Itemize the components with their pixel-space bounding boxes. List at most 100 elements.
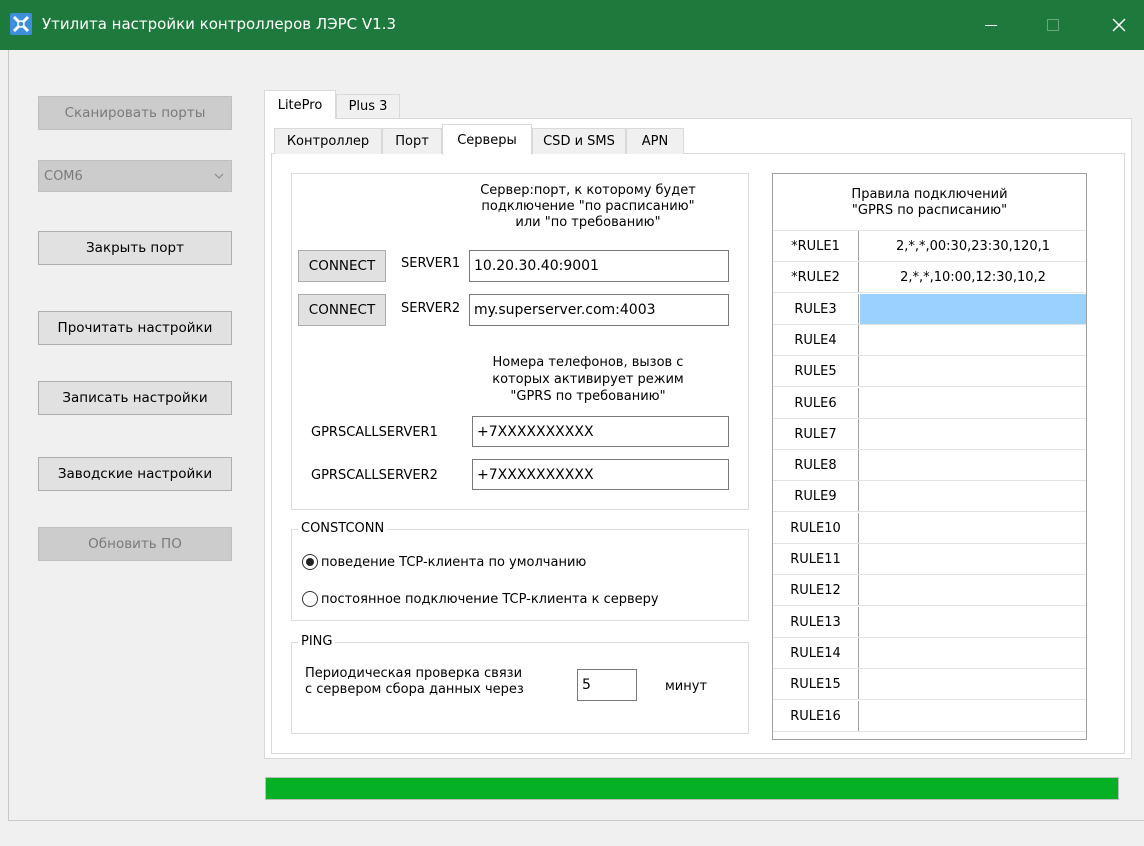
rule-name: RULE7 bbox=[773, 419, 859, 449]
servers-description-line2: подключение "по расписанию" bbox=[481, 199, 695, 214]
rule-row[interactable]: RULE13 bbox=[773, 607, 1086, 638]
rule-value-cell[interactable] bbox=[860, 544, 1086, 574]
port-select[interactable]: COM6 bbox=[38, 160, 232, 192]
rule-value-cell[interactable] bbox=[860, 513, 1086, 543]
rule-value-cell[interactable]: 2,*,*,00:30,23:30,120,1 bbox=[860, 231, 1086, 261]
rule-name: *RULE2 bbox=[773, 262, 859, 292]
rule-row[interactable]: RULE11 bbox=[773, 544, 1086, 575]
ping-text-line2: с сервером сбора данных через bbox=[305, 682, 524, 697]
rule-row[interactable]: RULE15 bbox=[773, 669, 1086, 700]
tab-controller[interactable]: Контроллер bbox=[274, 128, 382, 154]
rule-row[interactable]: RULE4 bbox=[773, 325, 1086, 356]
rule-value-cell[interactable] bbox=[860, 325, 1086, 355]
radio-selected-dot bbox=[306, 558, 314, 566]
server1-input[interactable]: 10.20.30.40:9001 bbox=[469, 250, 729, 282]
rule-value-cell[interactable] bbox=[860, 607, 1086, 637]
ping-title: PING bbox=[298, 634, 336, 650]
rule-row[interactable]: RULE5 bbox=[773, 356, 1086, 387]
rule-value-cell[interactable] bbox=[860, 669, 1086, 699]
tab-litepro[interactable]: LitePro bbox=[264, 90, 336, 119]
rule-value-cell[interactable] bbox=[860, 481, 1086, 511]
ping-text-line1: Периодическая проверка связи bbox=[305, 666, 523, 681]
maximize-button[interactable] bbox=[1030, 0, 1076, 50]
rules-title-line1: Правила подключений bbox=[851, 187, 1008, 202]
gprs-call-server2-input[interactable]: +7XXXXXXXXXX bbox=[472, 459, 729, 490]
rule-name: RULE3 bbox=[773, 294, 859, 324]
rule-row[interactable]: RULE12 bbox=[773, 575, 1086, 606]
connect-server1-button[interactable]: CONNECT bbox=[298, 250, 386, 282]
tab-plus3[interactable]: Plus 3 bbox=[336, 94, 400, 118]
progress-fill bbox=[266, 778, 1118, 799]
ping-interval-input[interactable]: 5 bbox=[577, 669, 637, 701]
close-icon bbox=[1112, 18, 1126, 32]
rules-title-line2: "GPRS по расписанию" bbox=[851, 203, 1008, 218]
gprs-call-server1-input[interactable]: +7XXXXXXXXXX bbox=[472, 416, 729, 447]
rule-name: RULE5 bbox=[773, 356, 859, 386]
rule-name: RULE13 bbox=[773, 607, 859, 637]
rule-row[interactable]: RULE10 bbox=[773, 513, 1086, 544]
minimize-button[interactable] bbox=[968, 0, 1014, 50]
rule-value-cell[interactable] bbox=[860, 575, 1086, 605]
window-title: Утилита настройки контроллеров ЛЭРС V1.3 bbox=[42, 15, 397, 33]
rule-name: RULE4 bbox=[773, 325, 859, 355]
option-permanent-label[interactable]: постоянное подключение TCP-клиента к сер… bbox=[321, 592, 659, 607]
tab-csd-sms[interactable]: CSD и SMS bbox=[532, 128, 626, 154]
rule-row[interactable]: RULE14 bbox=[773, 638, 1086, 669]
rules-header-divider bbox=[773, 230, 1086, 231]
rule-name: RULE14 bbox=[773, 638, 859, 668]
update-firmware-button[interactable]: Обновить ПО bbox=[38, 527, 232, 561]
rule-value-cell[interactable] bbox=[860, 450, 1086, 480]
status-bar bbox=[8, 820, 1144, 846]
server1-label: SERVER1 bbox=[401, 256, 461, 271]
close-button[interactable] bbox=[1096, 0, 1142, 50]
phones-description-line1: Номера телефонов, вызов с bbox=[492, 355, 684, 370]
ping-unit-label: минут bbox=[665, 679, 708, 694]
minimize-icon bbox=[985, 25, 997, 26]
rule-row[interactable]: RULE9 bbox=[773, 481, 1086, 512]
rule-name: RULE15 bbox=[773, 669, 859, 699]
rule-row[interactable]: RULE8 bbox=[773, 450, 1086, 481]
server2-label: SERVER2 bbox=[401, 301, 461, 316]
rule-name: RULE6 bbox=[773, 388, 859, 418]
server2-input[interactable]: my.superserver.com:4003 bbox=[469, 294, 729, 326]
rule-name: *RULE1 bbox=[773, 231, 859, 261]
rule-value-cell[interactable] bbox=[860, 294, 1086, 324]
chevron-down-icon bbox=[214, 173, 224, 179]
window-border bbox=[8, 50, 9, 846]
factory-settings-button[interactable]: Заводские настройки bbox=[38, 457, 232, 491]
rule-value-cell[interactable] bbox=[860, 701, 1086, 731]
rule-row[interactable]: RULE3 bbox=[773, 294, 1086, 325]
phones-description-line2: которых активирует режим bbox=[492, 372, 684, 387]
read-settings-button[interactable]: Прочитать настройки bbox=[38, 311, 232, 345]
rule-value-cell[interactable] bbox=[860, 638, 1086, 668]
rule-value-cell[interactable]: 2,*,*,10:00,12:30,10,2 bbox=[860, 262, 1086, 292]
gprs-call-server1-label: GPRSCALLSERVER1 bbox=[311, 425, 438, 440]
rule-value-cell[interactable] bbox=[860, 419, 1086, 449]
rule-row[interactable]: *RULE1 2,*,*,00:30,23:30,120,1 bbox=[773, 231, 1086, 262]
rule-name: RULE9 bbox=[773, 481, 859, 511]
tab-port[interactable]: Порт bbox=[382, 128, 442, 154]
option-default-label[interactable]: поведение TCP-клиента по умолчанию bbox=[321, 555, 586, 570]
rule-name: RULE11 bbox=[773, 544, 859, 574]
rule-value-cell[interactable] bbox=[860, 388, 1086, 418]
gprs-call-server2-label: GPRSCALLSERVER2 bbox=[311, 468, 438, 483]
rule-value-cell[interactable] bbox=[860, 356, 1086, 386]
rule-row[interactable]: *RULE2 2,*,*,10:00,12:30,10,2 bbox=[773, 262, 1086, 293]
close-port-button[interactable]: Закрыть порт bbox=[38, 231, 232, 265]
rule-row[interactable]: RULE7 bbox=[773, 419, 1086, 450]
servers-description-line1: Сервер:порт, к которому будет bbox=[480, 183, 696, 198]
rule-name: RULE12 bbox=[773, 575, 859, 605]
servers-description-line3: или "по требованию" bbox=[515, 215, 661, 230]
progress-bar bbox=[265, 777, 1119, 800]
write-settings-button[interactable]: Записать настройки bbox=[38, 381, 232, 415]
connect-server2-button[interactable]: CONNECT bbox=[298, 294, 386, 326]
constconn-title: CONSTCONN bbox=[298, 521, 388, 537]
radio-permanent-connection[interactable] bbox=[302, 591, 318, 607]
rule-row[interactable]: RULE16 bbox=[773, 701, 1086, 732]
scan-ports-button[interactable]: Сканировать порты bbox=[38, 96, 232, 130]
constconn-group bbox=[291, 529, 749, 621]
tab-apn[interactable]: APN bbox=[626, 128, 684, 154]
radio-default-behavior[interactable] bbox=[302, 554, 318, 570]
rule-row[interactable]: RULE6 bbox=[773, 388, 1086, 419]
tab-servers[interactable]: Серверы bbox=[442, 124, 532, 155]
